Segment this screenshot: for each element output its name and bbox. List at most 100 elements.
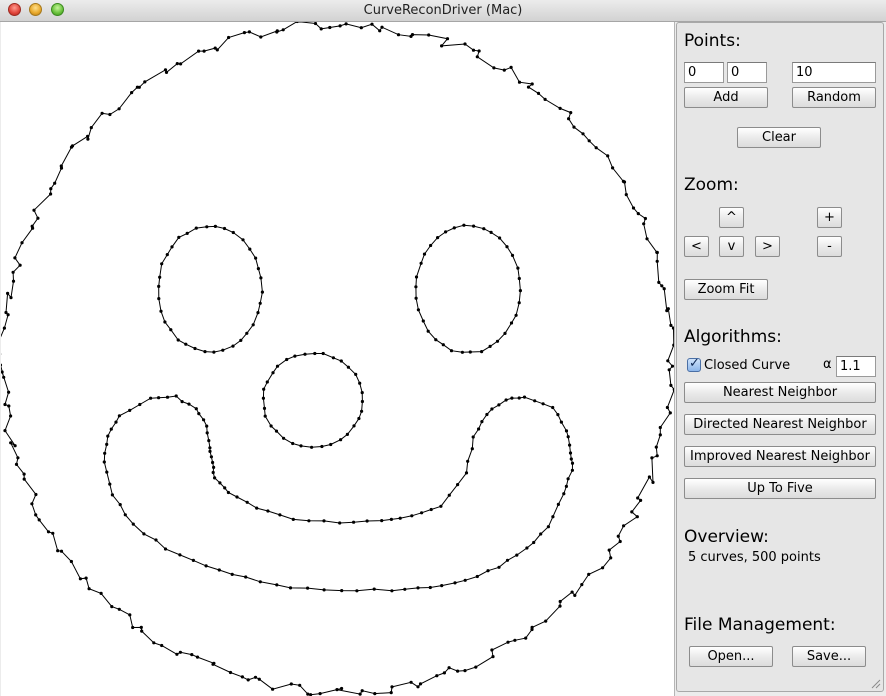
zoom-in-button[interactable]: + xyxy=(817,207,842,228)
curve-point xyxy=(636,496,640,500)
curve-point xyxy=(306,586,310,590)
curve-point xyxy=(281,28,285,32)
curve-point xyxy=(365,519,369,523)
curve-point xyxy=(179,62,183,66)
curve-point xyxy=(490,648,494,652)
curve-point xyxy=(570,461,575,465)
curve-point xyxy=(360,391,364,395)
curve-point xyxy=(195,655,200,659)
curve-point xyxy=(390,589,394,593)
curve-point xyxy=(235,495,239,499)
curve-point xyxy=(9,441,13,445)
curve-point xyxy=(509,321,514,325)
curve-point xyxy=(340,589,344,593)
curve-point xyxy=(389,517,393,521)
curve-point xyxy=(157,396,161,400)
up-to-five-button[interactable]: Up To Five xyxy=(684,478,876,499)
title-bar[interactable]: CurveReconDriver (Mac) xyxy=(0,0,886,22)
curve-point xyxy=(380,25,384,29)
curve-point xyxy=(390,685,394,689)
curve-point xyxy=(184,342,188,346)
curve-point xyxy=(456,483,460,487)
drawing-canvas[interactable] xyxy=(1,22,675,696)
curve-point xyxy=(211,470,215,475)
curve-point xyxy=(180,400,184,404)
pan-right-button[interactable]: > xyxy=(755,236,780,257)
curve-point xyxy=(197,412,201,416)
points-heading: Points: xyxy=(684,31,741,51)
add-point-button[interactable]: Add xyxy=(684,87,768,108)
curve-point xyxy=(530,627,534,632)
curve-point xyxy=(495,339,500,343)
curve-point xyxy=(9,414,13,418)
curve-point xyxy=(580,583,584,587)
curve-point xyxy=(444,230,448,234)
file-management-heading: File Management: xyxy=(684,615,836,635)
curve-point xyxy=(278,513,282,517)
alpha-field[interactable] xyxy=(836,356,876,377)
curve-point xyxy=(3,429,7,433)
curve-point xyxy=(117,607,121,611)
curve-point xyxy=(99,591,103,596)
improved-nearest-neighbor-button[interactable]: Improved Nearest Neighbor xyxy=(684,446,876,467)
curve-point xyxy=(16,456,20,460)
curve-point xyxy=(601,566,605,570)
curve-point xyxy=(662,287,666,291)
curve-point xyxy=(445,37,450,41)
curve-point xyxy=(486,569,490,573)
app-window: CurveReconDriver (Mac) Points: Add Rando… xyxy=(0,0,886,696)
curve-point xyxy=(108,112,112,117)
curve-point xyxy=(490,407,494,411)
pan-down-button[interactable]: v xyxy=(719,236,744,257)
curve-point xyxy=(30,502,34,506)
curve-point xyxy=(344,22,348,26)
curve-point xyxy=(53,181,57,185)
curve-point xyxy=(160,262,164,266)
curve-point xyxy=(263,414,267,418)
curve-point xyxy=(110,493,114,497)
curve-point xyxy=(378,29,382,33)
curve-point xyxy=(491,655,495,659)
curve-point xyxy=(651,480,655,484)
pan-up-button[interactable]: ^ xyxy=(719,207,744,228)
curve-point xyxy=(645,237,649,241)
alpha-symbol: α xyxy=(823,357,832,372)
curve-point xyxy=(247,30,251,34)
curve-point xyxy=(266,509,270,513)
resize-grip-icon[interactable] xyxy=(871,679,881,689)
curve-point xyxy=(256,311,260,315)
curve-point xyxy=(291,517,295,521)
closed-curve-checkbox[interactable]: ✓ xyxy=(687,356,701,372)
curve-point xyxy=(118,503,122,507)
random-points-button[interactable]: Random xyxy=(792,87,876,108)
curve-point xyxy=(227,35,231,40)
curve-point xyxy=(505,245,509,249)
zoom-fit-button[interactable]: Zoom Fit xyxy=(684,279,768,300)
pan-left-button[interactable]: < xyxy=(684,236,709,257)
curve-point xyxy=(208,449,212,453)
open-file-button[interactable]: Open... xyxy=(689,646,773,667)
curve-point xyxy=(275,30,279,34)
zoom-out-button[interactable]: - xyxy=(817,236,842,257)
curve-point xyxy=(513,638,517,642)
curve-point xyxy=(197,49,201,53)
curve-point xyxy=(466,459,470,463)
curve-point xyxy=(463,578,467,582)
nearest-neighbor-button[interactable]: Nearest Neighbor xyxy=(684,382,876,403)
directed-nearest-neighbor-button[interactable]: Directed Nearest Neighbor xyxy=(684,414,876,435)
random-count-field[interactable] xyxy=(792,62,876,83)
curve-point xyxy=(533,399,537,403)
curve-point xyxy=(655,259,659,263)
curve-point xyxy=(202,49,206,53)
y-coordinate-field[interactable] xyxy=(727,62,767,83)
curve-point xyxy=(517,276,521,281)
curve-point xyxy=(253,675,258,679)
save-file-button[interactable]: Save... xyxy=(792,646,866,667)
curve-point xyxy=(100,111,104,115)
curve-point xyxy=(244,575,248,579)
overview-summary: 5 curves, 500 points xyxy=(688,550,821,565)
clear-button[interactable]: Clear xyxy=(737,127,821,148)
curve-point xyxy=(419,261,423,265)
curve-point xyxy=(114,420,118,424)
x-coordinate-field[interactable] xyxy=(684,62,724,83)
